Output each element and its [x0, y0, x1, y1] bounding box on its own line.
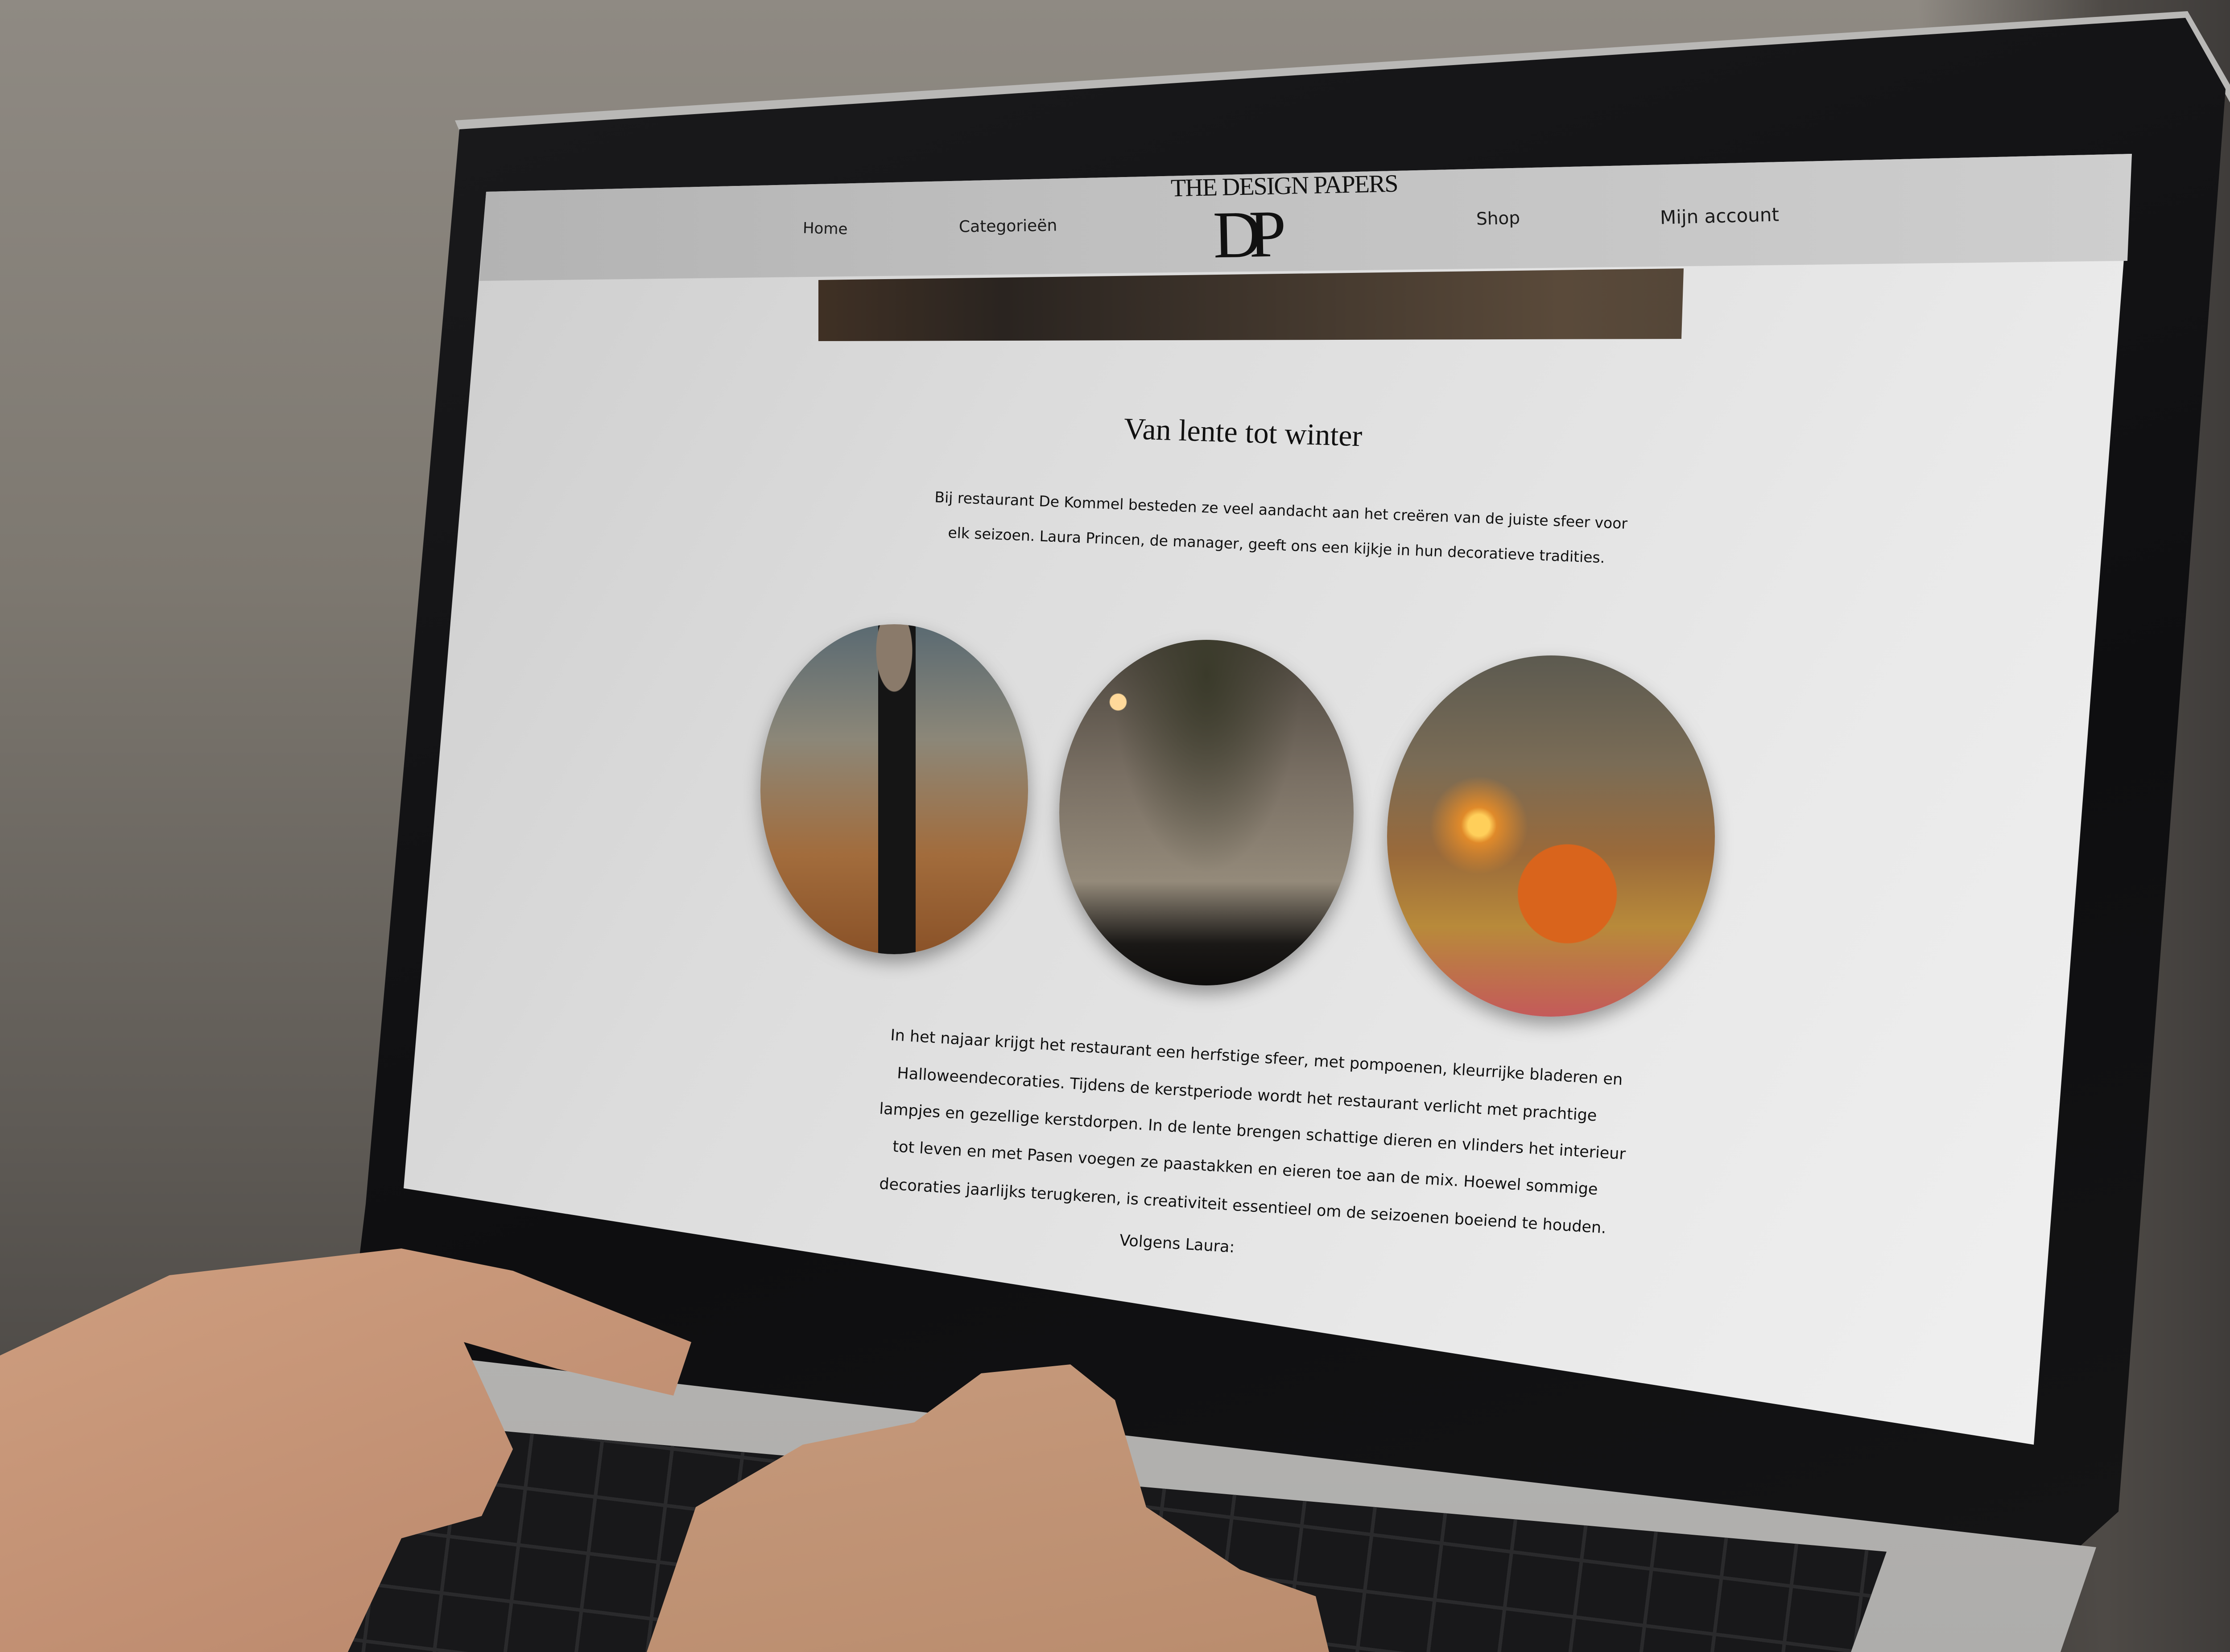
logo-wordmark[interactable]: THE DESIGN PAPERS: [1170, 169, 1398, 203]
nav-categories-link[interactable]: Categorieën: [959, 216, 1057, 236]
nav-home-link[interactable]: Home: [802, 219, 847, 239]
logo-monogram[interactable]: DP: [1212, 196, 1274, 274]
photo-halloween-butler: [760, 624, 1028, 954]
photo-autumn-centerpiece: [1387, 655, 1715, 1017]
photo-hanging-greenery: [1059, 640, 1354, 985]
nav-shop-link[interactable]: Shop: [1476, 208, 1520, 230]
article-title: Van lente tot winter: [1123, 411, 1363, 453]
nav-account-link[interactable]: Mijn account: [1660, 204, 1779, 229]
